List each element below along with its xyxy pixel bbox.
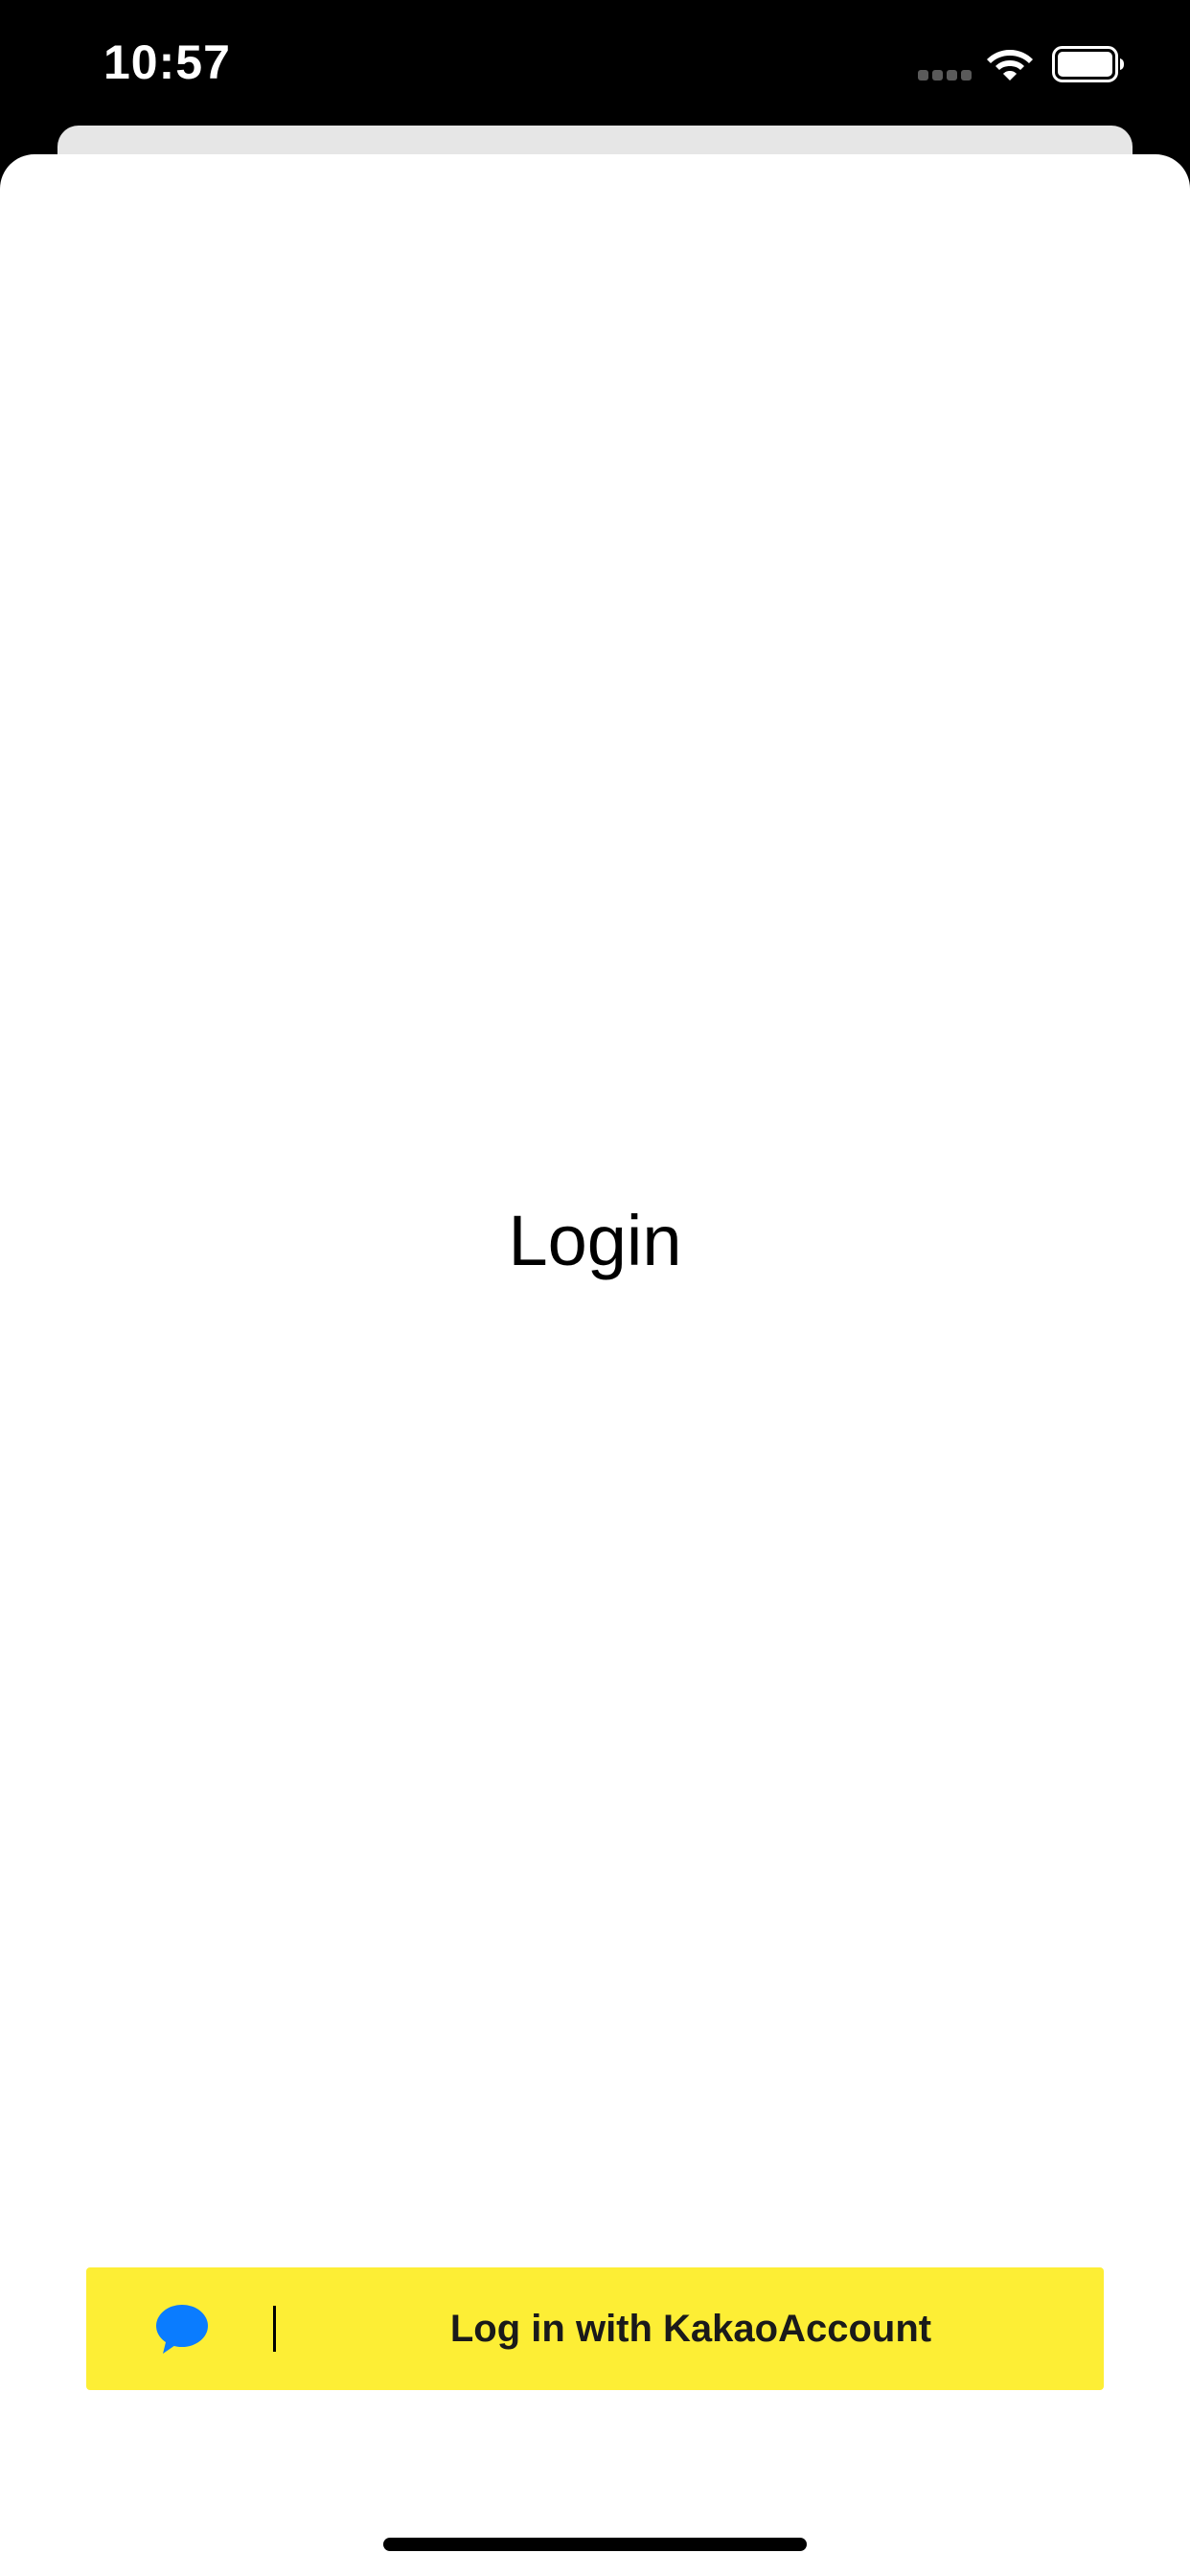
- status-bar: 10:57: [0, 0, 1190, 126]
- page-title: Login: [508, 1201, 682, 1280]
- app-screen: 10:57 Login Log in with KakaoAccount: [0, 0, 1190, 2576]
- home-indicator[interactable]: [383, 2538, 807, 2551]
- battery-icon: [1052, 46, 1124, 82]
- status-time: 10:57: [103, 35, 231, 89]
- login-sheet: [0, 154, 1190, 2576]
- speech-bubble-icon: [156, 2305, 208, 2354]
- button-divider: [273, 2306, 276, 2352]
- wifi-icon: [987, 50, 1033, 80]
- kakao-login-label: Log in with KakaoAccount: [449, 2308, 932, 2350]
- cellular-signal-icon: [918, 70, 972, 81]
- kakao-login-button[interactable]: Log in with KakaoAccount: [86, 2267, 1104, 2390]
